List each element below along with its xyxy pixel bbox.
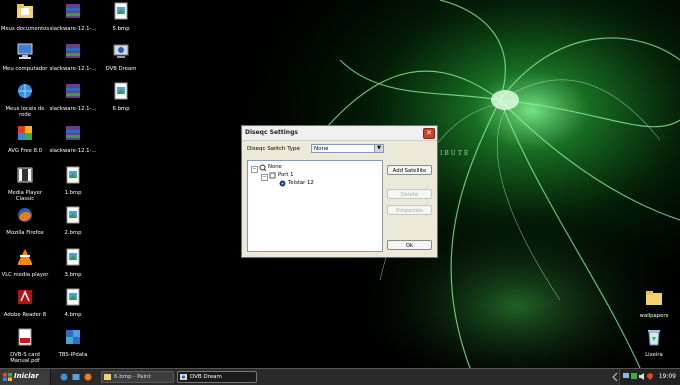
vlc-icon bbox=[18, 249, 32, 265]
close-button[interactable]: ✕ bbox=[423, 128, 435, 139]
archive-icon bbox=[66, 4, 80, 18]
computer-icon bbox=[17, 43, 33, 59]
desktop-icon-slackware-2[interactable]: slackware-12.1-... bbox=[48, 42, 98, 72]
properties-button[interactable]: Properties bbox=[387, 205, 432, 215]
firefox-icon bbox=[18, 208, 32, 222]
dialog-title: Diseqc Settings bbox=[245, 129, 298, 136]
desktop-icon-slackware-3[interactable]: slackware-12.1-... bbox=[48, 82, 98, 112]
paint-icon bbox=[104, 374, 111, 380]
avg-icon bbox=[18, 126, 32, 140]
switch-type-label: Diseqc Switch Type bbox=[247, 146, 300, 152]
delete-button[interactable]: Delete bbox=[387, 189, 432, 199]
clock[interactable]: 19:09 bbox=[659, 373, 676, 380]
desktop-icon-1-bmp[interactable]: 1.bmp bbox=[48, 166, 98, 196]
start-label: Iniciar bbox=[14, 372, 39, 380]
desktop-icon-wallpapers[interactable]: wallpapers bbox=[629, 289, 679, 319]
archive-icon bbox=[66, 126, 80, 140]
switch-type-select[interactable]: None ▼ bbox=[311, 144, 384, 153]
desktop-icon-dvb-dream[interactable]: DVB Dream bbox=[96, 42, 146, 72]
volume-icon[interactable] bbox=[639, 373, 645, 380]
tree-node-satellite[interactable]: Telstar 12 bbox=[288, 180, 314, 186]
desktop-icon-5-bmp[interactable]: 5.bmp bbox=[96, 2, 146, 32]
pdf-icon bbox=[18, 328, 32, 346]
quicklaunch-firefox-icon[interactable] bbox=[84, 373, 92, 381]
wallpaper-text: IBUTE bbox=[440, 150, 471, 157]
tree-node-port[interactable]: Port 1 bbox=[278, 172, 294, 178]
archive-icon bbox=[66, 44, 80, 58]
desktop-icon-tbs-ipdata[interactable]: TBS-IPdata bbox=[48, 328, 98, 358]
desktop-icon-6-bmp[interactable]: 6.bmp bbox=[96, 82, 146, 112]
desktop-icon-dvb-s-manual[interactable]: DVB-S card Manual.pdf bbox=[0, 328, 50, 365]
desktop-icon-2-bmp[interactable]: 2.bmp bbox=[48, 206, 98, 236]
add-satellite-button[interactable]: Add Satellite bbox=[387, 165, 432, 175]
switch-type-value: None bbox=[314, 146, 329, 152]
desktop-icon-media-player-classic[interactable]: Media Player Classic bbox=[0, 166, 50, 203]
desktop-icon-4-bmp[interactable]: 4.bmp bbox=[48, 288, 98, 318]
desktop-icon-3-bmp[interactable]: 3.bmp bbox=[48, 248, 98, 278]
antivirus-icon[interactable] bbox=[631, 373, 637, 380]
tree-node-root[interactable]: None bbox=[268, 164, 282, 170]
port-icon bbox=[269, 172, 276, 179]
ok-button[interactable]: Ok bbox=[387, 240, 432, 250]
bitmap-icon bbox=[114, 82, 128, 100]
satellite-tree[interactable]: − None − Port 1 Telstar 12 bbox=[247, 160, 383, 252]
network-icon[interactable] bbox=[623, 373, 629, 380]
switch-icon bbox=[259, 164, 266, 171]
diseqc-settings-dialog: Diseqc Settings ✕ Diseqc Switch Type Non… bbox=[241, 125, 438, 258]
quicklaunch-ie-icon[interactable] bbox=[60, 373, 68, 381]
folder-icon bbox=[646, 291, 662, 305]
media-player-icon bbox=[17, 167, 33, 183]
taskbar-button-paint[interactable]: 6.bmp - Paint bbox=[101, 371, 174, 383]
desktop-icon-meus-locais-de-rede[interactable]: Meus locais de rede bbox=[0, 82, 50, 119]
desktop-icon-adobe-reader[interactable]: Adobe Reader 8 bbox=[0, 288, 50, 318]
task-label: DVB Dream bbox=[190, 374, 222, 380]
desktop-icon-mozilla-firefox[interactable]: Mozilla Firefox bbox=[0, 206, 50, 236]
desktop-icon-meus-documentos[interactable]: Meus documentos bbox=[0, 2, 50, 32]
dvb-dream-icon bbox=[180, 374, 187, 380]
archive-icon bbox=[66, 84, 80, 98]
desktop-icon-lixeira[interactable]: Lixeira bbox=[629, 328, 679, 358]
system-tray: 19:09 bbox=[619, 369, 680, 385]
tray-expand-icon[interactable] bbox=[612, 373, 618, 381]
tree-collapse-root[interactable]: − bbox=[251, 166, 258, 173]
satellite-icon bbox=[279, 180, 286, 187]
desktop-icon-slackware-1[interactable]: slackware-12.1-... bbox=[48, 2, 98, 32]
folder-documents-icon bbox=[17, 4, 33, 18]
network-places-icon bbox=[18, 84, 32, 98]
bitmap-icon bbox=[114, 2, 128, 20]
chevron-down-icon[interactable]: ▼ bbox=[374, 145, 383, 152]
windows-logo-icon bbox=[3, 373, 12, 381]
close-icon: ✕ bbox=[426, 129, 432, 137]
desktop-icon-slackware-4[interactable]: slackware-12.1-... bbox=[48, 124, 98, 154]
desktop-icon-vlc[interactable]: VLC media player bbox=[0, 248, 50, 278]
taskbar-button-dvb-dream[interactable]: DVB Dream bbox=[177, 371, 257, 383]
start-button[interactable]: Iniciar bbox=[0, 369, 51, 385]
bitmap-icon bbox=[66, 206, 80, 224]
quicklaunch-desktop-icon[interactable] bbox=[72, 373, 80, 381]
dialog-titlebar[interactable]: Diseqc Settings ✕ bbox=[242, 126, 437, 141]
bitmap-icon bbox=[66, 166, 80, 184]
security-icon[interactable] bbox=[647, 373, 653, 380]
tbs-ipdata-icon bbox=[66, 330, 80, 344]
bitmap-icon bbox=[66, 248, 80, 266]
adobe-reader-icon bbox=[18, 290, 32, 304]
desktop-icon-meu-computador[interactable]: Meu computador bbox=[0, 42, 50, 72]
desktop-icon-avg-free[interactable]: AVG Free 8.0 bbox=[0, 124, 50, 154]
task-label: 6.bmp - Paint bbox=[114, 374, 151, 380]
recycle-bin-icon bbox=[648, 330, 660, 346]
dvb-dream-icon bbox=[113, 44, 129, 58]
tree-collapse-port[interactable]: − bbox=[261, 174, 268, 181]
bitmap-icon bbox=[66, 288, 80, 306]
taskbar: Iniciar 6.bmp - Paint DVB Dream 19:09 bbox=[0, 368, 680, 385]
